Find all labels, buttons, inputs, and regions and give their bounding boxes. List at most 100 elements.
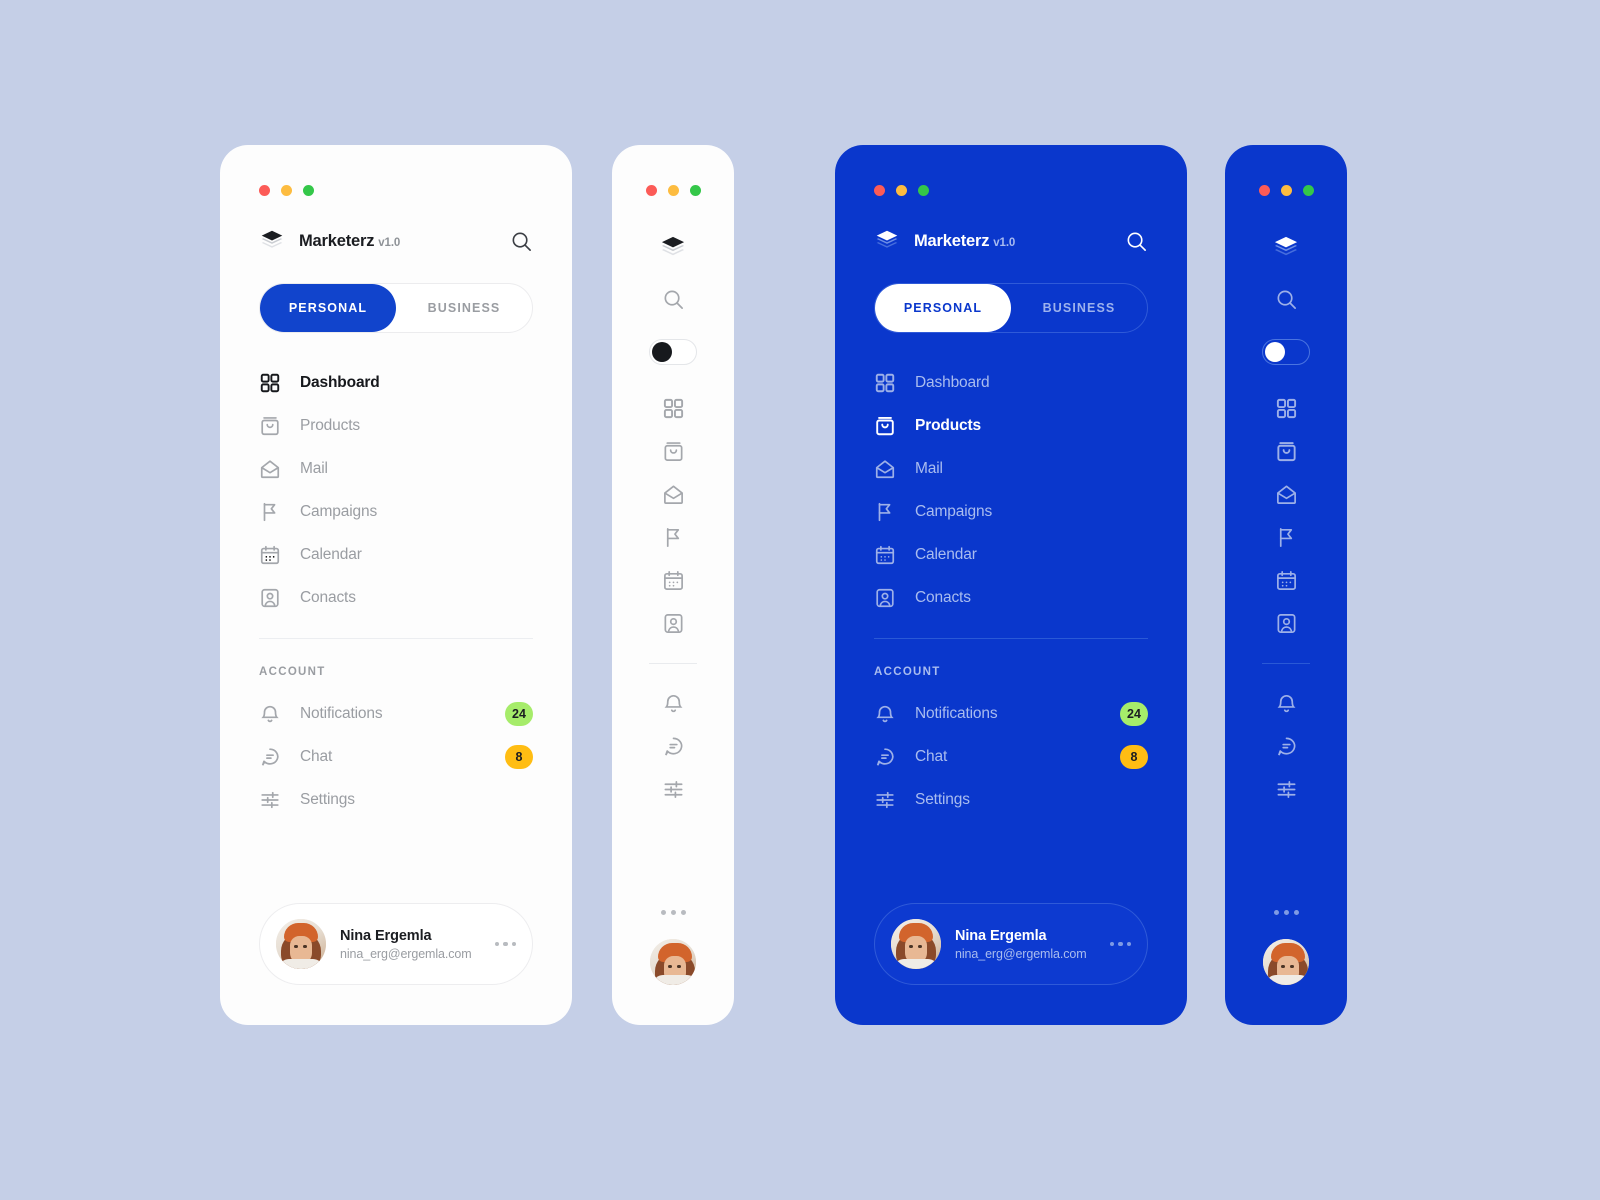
theme-toggle[interactable] (612, 330, 734, 373)
sidebar-item-settings[interactable]: Settings (874, 778, 1148, 821)
contact-card-icon (874, 587, 896, 609)
more-horizontal-icon[interactable] (1109, 941, 1131, 947)
theme-toggle[interactable] (1225, 330, 1347, 373)
tab-personal[interactable]: PERSONAL (260, 284, 396, 332)
theme-toggle-track[interactable] (649, 338, 697, 365)
segmented-tabs: PERSONAL BUSINESS (874, 283, 1148, 333)
sidebar-item-dashboard[interactable]: Dashboard (259, 361, 533, 404)
flag-icon (1275, 526, 1298, 549)
rail-item-contacts[interactable] (612, 602, 734, 645)
sidebar-item-products[interactable]: Products (874, 404, 1148, 447)
sidebar-item-label: Products (915, 416, 981, 434)
rail-item-campaigns[interactable] (1225, 516, 1347, 559)
close-dot[interactable] (645, 185, 657, 196)
sidebar-item-dashboard[interactable]: Dashboard (874, 361, 1148, 404)
minimize-dot[interactable] (896, 185, 907, 196)
rail-item-mail[interactable] (1225, 473, 1347, 516)
tab-business[interactable]: BUSINESS (1011, 284, 1147, 332)
rail-divider (1262, 663, 1310, 664)
tab-business[interactable]: BUSINESS (396, 284, 532, 332)
flag-icon (662, 526, 685, 549)
sidebar-item-chat[interactable]: Chat 8 (874, 735, 1148, 778)
rail-item-products[interactable] (612, 430, 734, 473)
sidebar-item-notifications[interactable]: Notifications 24 (259, 692, 533, 735)
close-dot[interactable] (259, 185, 270, 196)
profile-email: nina_erg@ergemla.com (955, 946, 1087, 961)
rail-logo[interactable] (1225, 226, 1347, 269)
maximize-dot[interactable] (303, 185, 314, 196)
sidebar-item-mail[interactable]: Mail (259, 447, 533, 490)
rail-item-dashboard[interactable] (1225, 387, 1347, 430)
sidebar-item-notifications[interactable]: Notifications 24 (874, 692, 1148, 735)
calendar-icon (259, 544, 281, 566)
rail-search-button[interactable] (612, 278, 734, 321)
calendar-icon (1275, 569, 1298, 592)
search-icon[interactable] (510, 230, 533, 253)
rail-item-campaigns[interactable] (612, 516, 734, 559)
sliders-icon (874, 789, 896, 811)
brand-row: Marketerz v1.0 (259, 228, 533, 254)
sidebar-item-contacts[interactable]: Conacts (259, 576, 533, 619)
sidebar-item-label: Notifications (915, 704, 998, 722)
tab-personal[interactable]: PERSONAL (875, 284, 1011, 332)
more-horizontal-icon[interactable] (494, 941, 516, 947)
sidebar-panel-dark-expanded: Marketerz v1.0 PERSONAL BUSINESS Dashboa… (835, 145, 1187, 1025)
sidebar-item-settings[interactable]: Settings (259, 778, 533, 821)
close-dot[interactable] (874, 185, 885, 196)
account-section-title: ACCOUNT (874, 666, 941, 678)
window-controls (220, 145, 572, 196)
rail-item-chat[interactable] (612, 725, 734, 768)
sidebar-item-products[interactable]: Products (259, 404, 533, 447)
minimize-dot[interactable] (1280, 185, 1292, 196)
avatar[interactable] (650, 939, 696, 985)
maximize-dot[interactable] (1302, 185, 1314, 196)
avatar (276, 919, 326, 969)
rail-divider (649, 663, 697, 664)
more-horizontal-icon[interactable] (660, 910, 686, 915)
rail-item-settings[interactable] (1225, 768, 1347, 811)
rail-item-settings[interactable] (612, 768, 734, 811)
sidebar-item-label: Settings (300, 790, 355, 808)
rail-item-calendar[interactable] (612, 559, 734, 602)
shopping-bag-icon (662, 440, 685, 463)
sidebar-item-contacts[interactable]: Conacts (874, 576, 1148, 619)
maximize-dot[interactable] (689, 185, 701, 196)
sidebar-item-label: Conacts (915, 588, 971, 606)
rail-item-mail[interactable] (612, 473, 734, 516)
sidebar-item-mail[interactable]: Mail (874, 447, 1148, 490)
shopping-bag-icon (259, 415, 281, 437)
layers-icon (661, 236, 685, 255)
sidebar-item-chat[interactable]: Chat 8 (259, 735, 533, 778)
screenshot-stage: Marketerz v1.0 PERSONAL BUSINESS Dashboa… (0, 0, 1600, 1200)
sidebar-item-calendar[interactable]: Calendar (874, 533, 1148, 576)
main-nav: Dashboard Products Mail Campaigns Calend… (874, 361, 1148, 619)
search-icon (1275, 288, 1298, 311)
rail-item-dashboard[interactable] (612, 387, 734, 430)
minimize-dot[interactable] (667, 185, 679, 196)
sidebar-item-calendar[interactable]: Calendar (259, 533, 533, 576)
rail-item-contacts[interactable] (1225, 602, 1347, 645)
sidebar-item-campaigns[interactable]: Campaigns (259, 490, 533, 533)
rail-item-products[interactable] (1225, 430, 1347, 473)
profile-card[interactable]: Nina Ergemla nina_erg@ergemla.com (259, 903, 533, 985)
sidebar-item-campaigns[interactable]: Campaigns (874, 490, 1148, 533)
profile-card[interactable]: Nina Ergemla nina_erg@ergemla.com (874, 903, 1148, 985)
minimize-dot[interactable] (281, 185, 292, 196)
rail-item-chat[interactable] (1225, 725, 1347, 768)
sidebar-item-label: Products (300, 416, 360, 434)
theme-toggle-track[interactable] (1262, 338, 1310, 365)
rail-item-calendar[interactable] (1225, 559, 1347, 602)
rail-search-button[interactable] (1225, 278, 1347, 321)
avatar[interactable] (1263, 939, 1309, 985)
envelope-icon (662, 483, 685, 506)
rail-item-notifications[interactable] (612, 682, 734, 725)
close-dot[interactable] (1258, 185, 1270, 196)
rail-item-notifications[interactable] (1225, 682, 1347, 725)
envelope-icon (874, 458, 896, 480)
search-icon[interactable] (1125, 230, 1148, 253)
more-horizontal-icon[interactable] (1273, 910, 1299, 915)
shopping-bag-icon (874, 415, 896, 437)
maximize-dot[interactable] (918, 185, 929, 196)
rail-logo[interactable] (612, 226, 734, 269)
account-section-title: ACCOUNT (259, 666, 326, 678)
